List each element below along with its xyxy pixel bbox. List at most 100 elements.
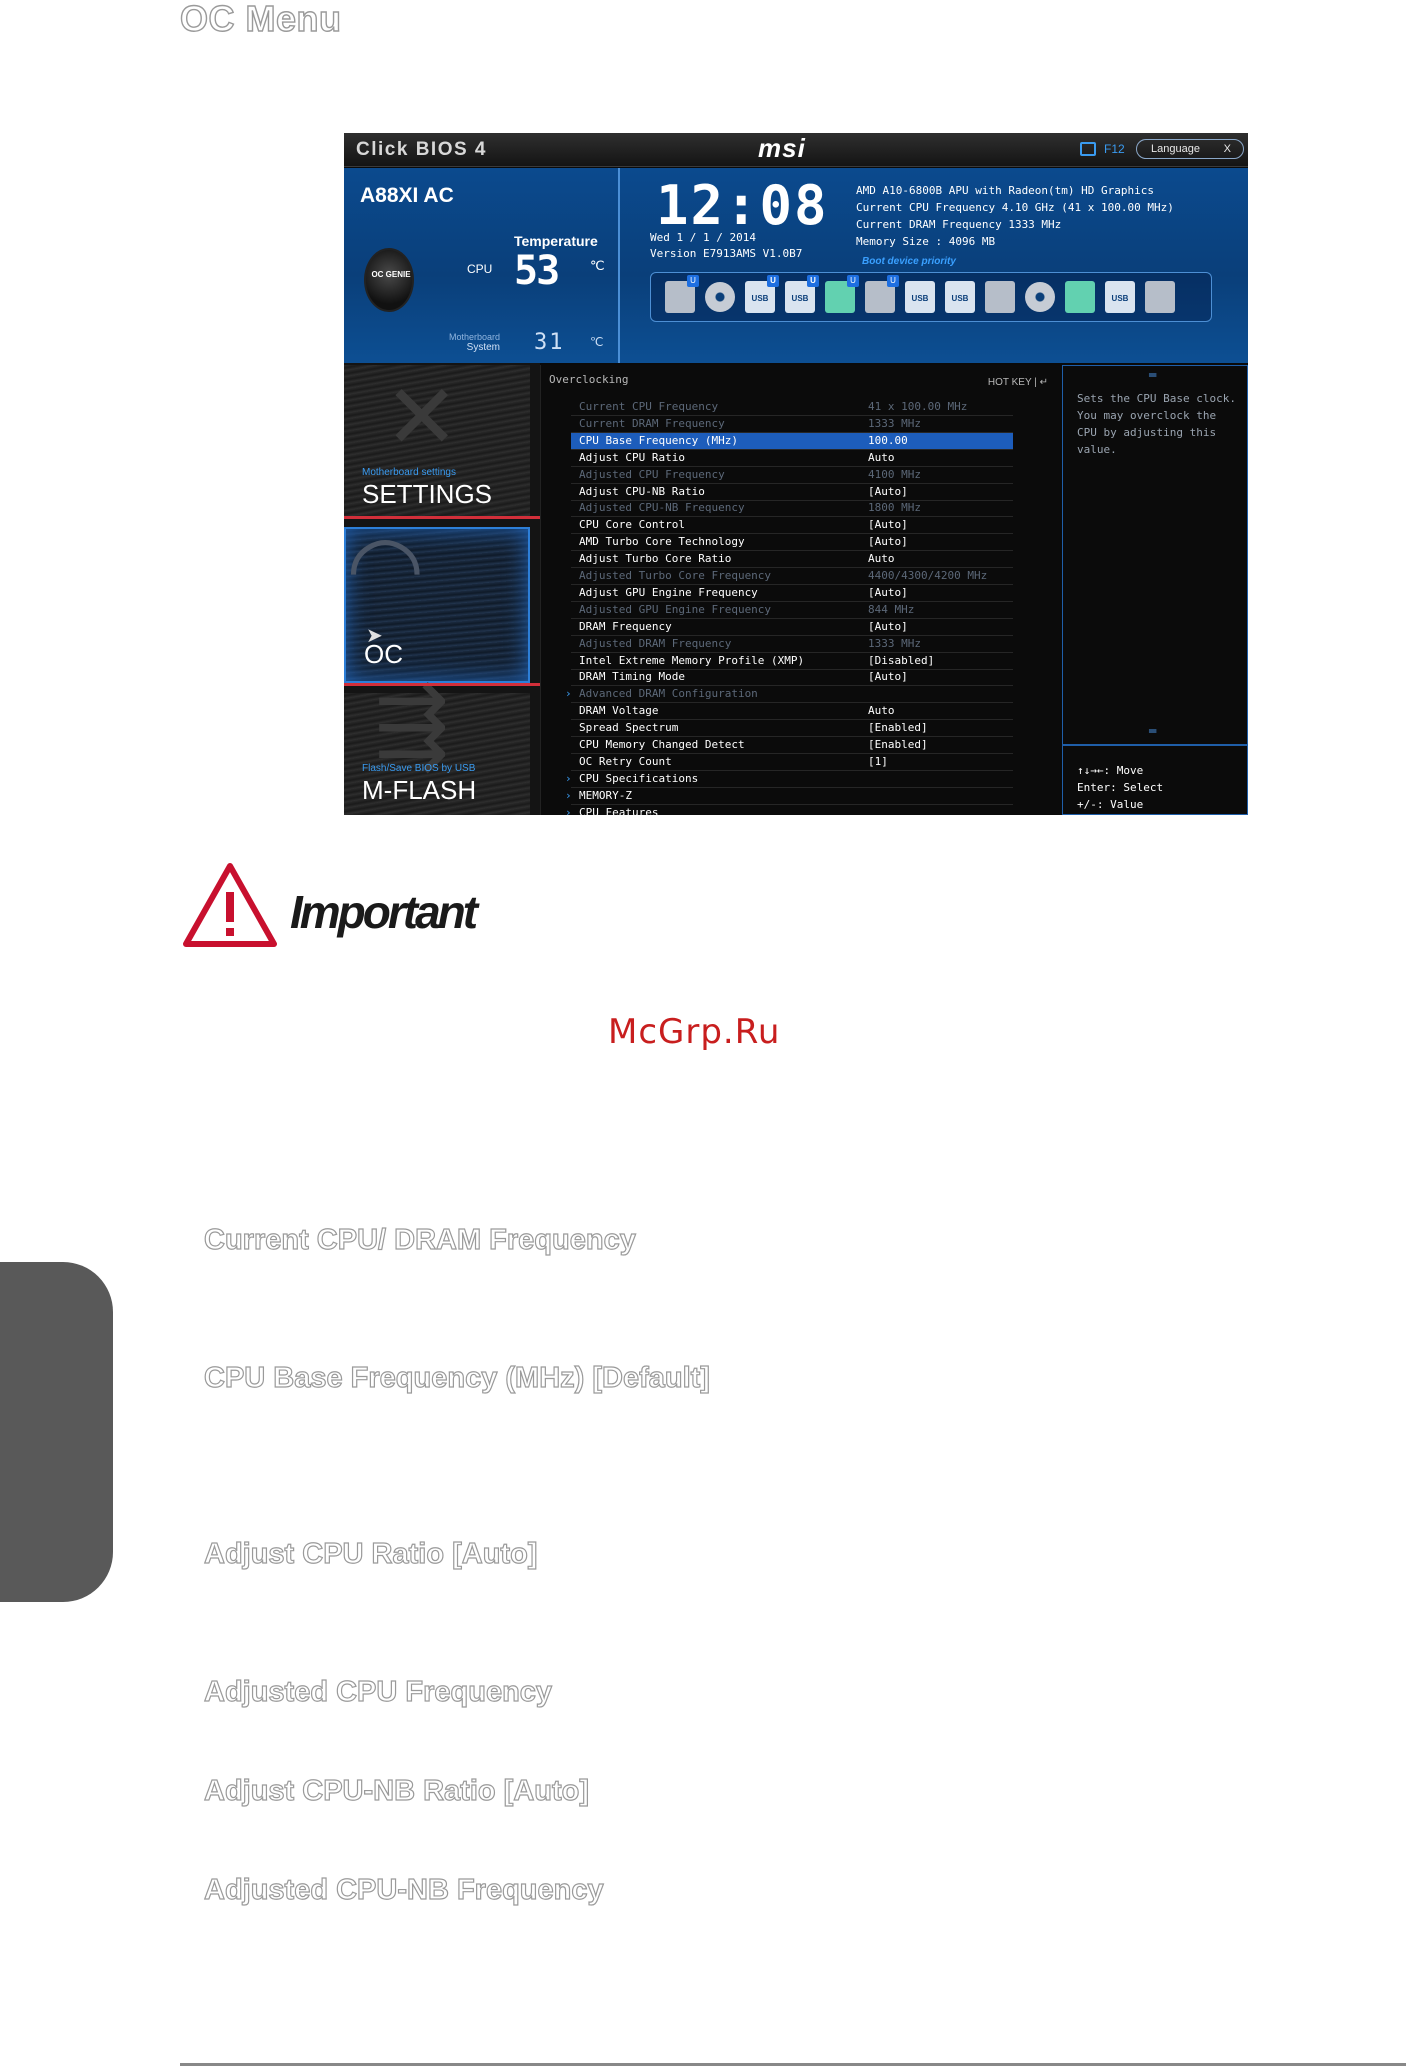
menu-item[interactable]: CPU Memory Changed Detect [Enabled] [571, 737, 1013, 754]
section-heading: Adjusted CPU Frequency [203, 1675, 553, 1708]
menu-item-value: Auto [868, 704, 895, 718]
language-button[interactable]: Language X [1136, 139, 1244, 159]
menu-item[interactable]: › CPU Specifications [565, 771, 1013, 788]
menu-item: Adjusted GPU Engine Frequency 844 MHz [571, 602, 1013, 619]
menu-item-value: [Auto] [868, 670, 908, 684]
menu-item-label: CPU Features [579, 805, 659, 815]
menu-item[interactable]: OC Retry Count [1] [571, 754, 1013, 771]
hotkey-button[interactable]: HOT KEY | ↵ [988, 377, 1048, 388]
menu-item-label: Adjusted DRAM Frequency [579, 636, 732, 650]
boot-device-usb-key-icon[interactable] [1065, 281, 1095, 313]
boot-device-card-icon[interactable]: U [865, 275, 899, 313]
system-info: AMD A10-6800B APU with Radeon(tm) HD Gra… [856, 184, 1174, 248]
menu-item[interactable]: Adjust GPU Engine Frequency [Auto] [571, 585, 1013, 602]
boot-priority-bar[interactable]: U USB U USB U U U USB USB USB [650, 272, 1212, 322]
menu-item[interactable]: CPU Base Frequency (MHz) 100.00 [571, 432, 1013, 450]
menu-item-value: 844 MHz [868, 602, 915, 616]
boot-device-usb-icon[interactable]: USB U [785, 275, 819, 313]
menu-item-value: 100.00 [868, 433, 908, 447]
menu-item-value: 1333 MHz [868, 416, 921, 430]
menu-item-value: [Auto] [868, 585, 908, 599]
boot-device-usb-icon[interactable]: USB [905, 281, 935, 313]
overclocking-menu: Overclocking HOT KEY | ↵ Current CPU Fre… [540, 365, 1060, 815]
menu-item-label: OC Retry Count [579, 754, 672, 768]
menu-item-label: CPU Specifications [579, 771, 699, 785]
page-title: OC Menu [179, 0, 342, 40]
menu-item-label: Adjusted Turbo Core Frequency [579, 569, 772, 582]
menu-item-label: Current CPU Frequency [579, 400, 719, 413]
submenu-arrow-icon: › [565, 771, 572, 785]
menu-item[interactable]: Spread Spectrum [Enabled] [571, 720, 1013, 738]
menu-item-value: [Enabled] [868, 738, 928, 751]
motherboard-label: Motherboard [448, 332, 500, 342]
menu-item-label: DRAM Voltage [579, 704, 659, 718]
menu-item-label: Adjusted CPU Frequency [579, 467, 725, 481]
tools-icon: ✕ [384, 365, 460, 470]
header-divider [618, 168, 620, 363]
submenu-arrow-icon: › [565, 687, 572, 701]
close-icon[interactable]: X [1224, 140, 1231, 158]
system-label: System [466, 342, 500, 353]
menu-item-value: 4400/4300/4200 MHz [868, 569, 988, 582]
menu-item[interactable]: Adjust CPU Ratio Auto [571, 450, 1013, 467]
oc-highlight-box [344, 516, 544, 686]
menu-item-label: MEMORY-Z [579, 788, 632, 802]
boot-device-hdd-icon[interactable] [985, 281, 1015, 313]
boot-device-usb-icon[interactable]: USB U [745, 275, 779, 313]
menu-item-label: Intel Extreme Memory Profile (XMP) [579, 653, 805, 667]
menu-item[interactable]: › MEMORY-Z [565, 788, 1013, 805]
menu-item[interactable]: › Advanced DRAM Configuration [565, 686, 1013, 704]
section-heading: CPU Base Frequency (MHz) [Default] [203, 1361, 710, 1394]
important-label: Important [290, 886, 478, 938]
oc-genie-button[interactable]: OC GENIE [364, 248, 414, 312]
system-temp-value: 31 [534, 330, 565, 355]
menu-item[interactable]: DRAM Frequency [Auto] [571, 619, 1013, 636]
boot-device-usb-icon[interactable]: USB [1105, 281, 1135, 313]
boot-device-disc-icon[interactable] [1025, 282, 1055, 312]
menu-item-label: Advanced DRAM Configuration [579, 687, 758, 701]
boot-device-usb-icon[interactable]: USB [945, 281, 975, 313]
menu-item[interactable]: DRAM Voltage Auto [571, 703, 1013, 721]
boot-device-hdd-icon[interactable]: U [665, 275, 699, 313]
menu-item-value: 1800 MHz [868, 501, 921, 515]
menu-item[interactable]: DRAM Timing Mode [Auto] [571, 669, 1013, 687]
menu-item-label: Spread Spectrum [579, 721, 679, 735]
menu-title: Overclocking [549, 373, 629, 386]
menu-item[interactable]: › CPU Features [565, 805, 1013, 815]
menu-item-value: [Auto] [868, 518, 908, 532]
boot-device-usb-key-icon[interactable]: U [825, 275, 859, 313]
menu-item-label: CPU Base Frequency (MHz) [579, 433, 738, 447]
mflash-title: M-FLASH [362, 775, 477, 805]
menu-item-label: Adjust CPU-NB Ratio [579, 484, 705, 498]
clock: 12:08 [656, 174, 829, 237]
menu-item-value: [Auto] [868, 619, 908, 633]
mflash-tile[interactable]: ⇶ Flash/Save BIOS by USB M-FLASH [344, 673, 530, 815]
watermark: McGrp.Ru [608, 1012, 781, 1052]
system-temp-unit: ℃ [590, 335, 604, 349]
language-label: Language [1151, 143, 1200, 155]
menu-item[interactable]: CPU Core Control [Auto] [571, 517, 1013, 535]
oc-genie-label: OC GENIE [371, 270, 411, 279]
bios-screenshot: Click BIOS 4 msi F12 Language X A88XI AC… [344, 133, 1248, 815]
f12-label: F12 [1104, 142, 1125, 156]
boot-device-card-icon[interactable] [1145, 281, 1175, 313]
section-heading: Adjust CPU-NB Ratio [Auto] [203, 1774, 590, 1807]
scroll-up-icon[interactable]: ═ [1149, 368, 1156, 382]
help-panel: ═ Sets the CPU Base clock. You may overc… [1062, 365, 1248, 815]
menu-item-label: Adjust GPU Engine Frequency [579, 585, 758, 599]
menu-item[interactable]: AMD Turbo Core Technology [Auto] [571, 534, 1013, 552]
menu-item[interactable]: Intel Extreme Memory Profile (XMP) [Disab… [571, 653, 1013, 670]
settings-tile[interactable]: ✕ Motherboard settings SETTINGS [344, 365, 530, 517]
menu-item[interactable]: Adjust Turbo Core Ratio Auto [571, 551, 1013, 569]
scroll-down-icon[interactable]: ═ [1149, 724, 1156, 738]
menu-item: Adjusted Turbo Core Frequency 4400/4300/4… [571, 568, 1013, 585]
menu-item: Current CPU Frequency 41 x 100.00 MHz [571, 399, 1013, 416]
temperature-title: Temperature [514, 233, 598, 249]
cpu-temp-unit: ℃ [590, 258, 605, 273]
boot-device-disc-icon[interactable] [705, 282, 735, 312]
section-heading: Adjust CPU Ratio [Auto] [203, 1537, 538, 1570]
menu-item-value: Auto [868, 552, 895, 566]
screenshot-icon[interactable] [1080, 142, 1096, 156]
menu-item[interactable]: Adjust CPU-NB Ratio [Auto] [571, 484, 1013, 501]
cpu-temp-value: 53 [514, 248, 560, 294]
